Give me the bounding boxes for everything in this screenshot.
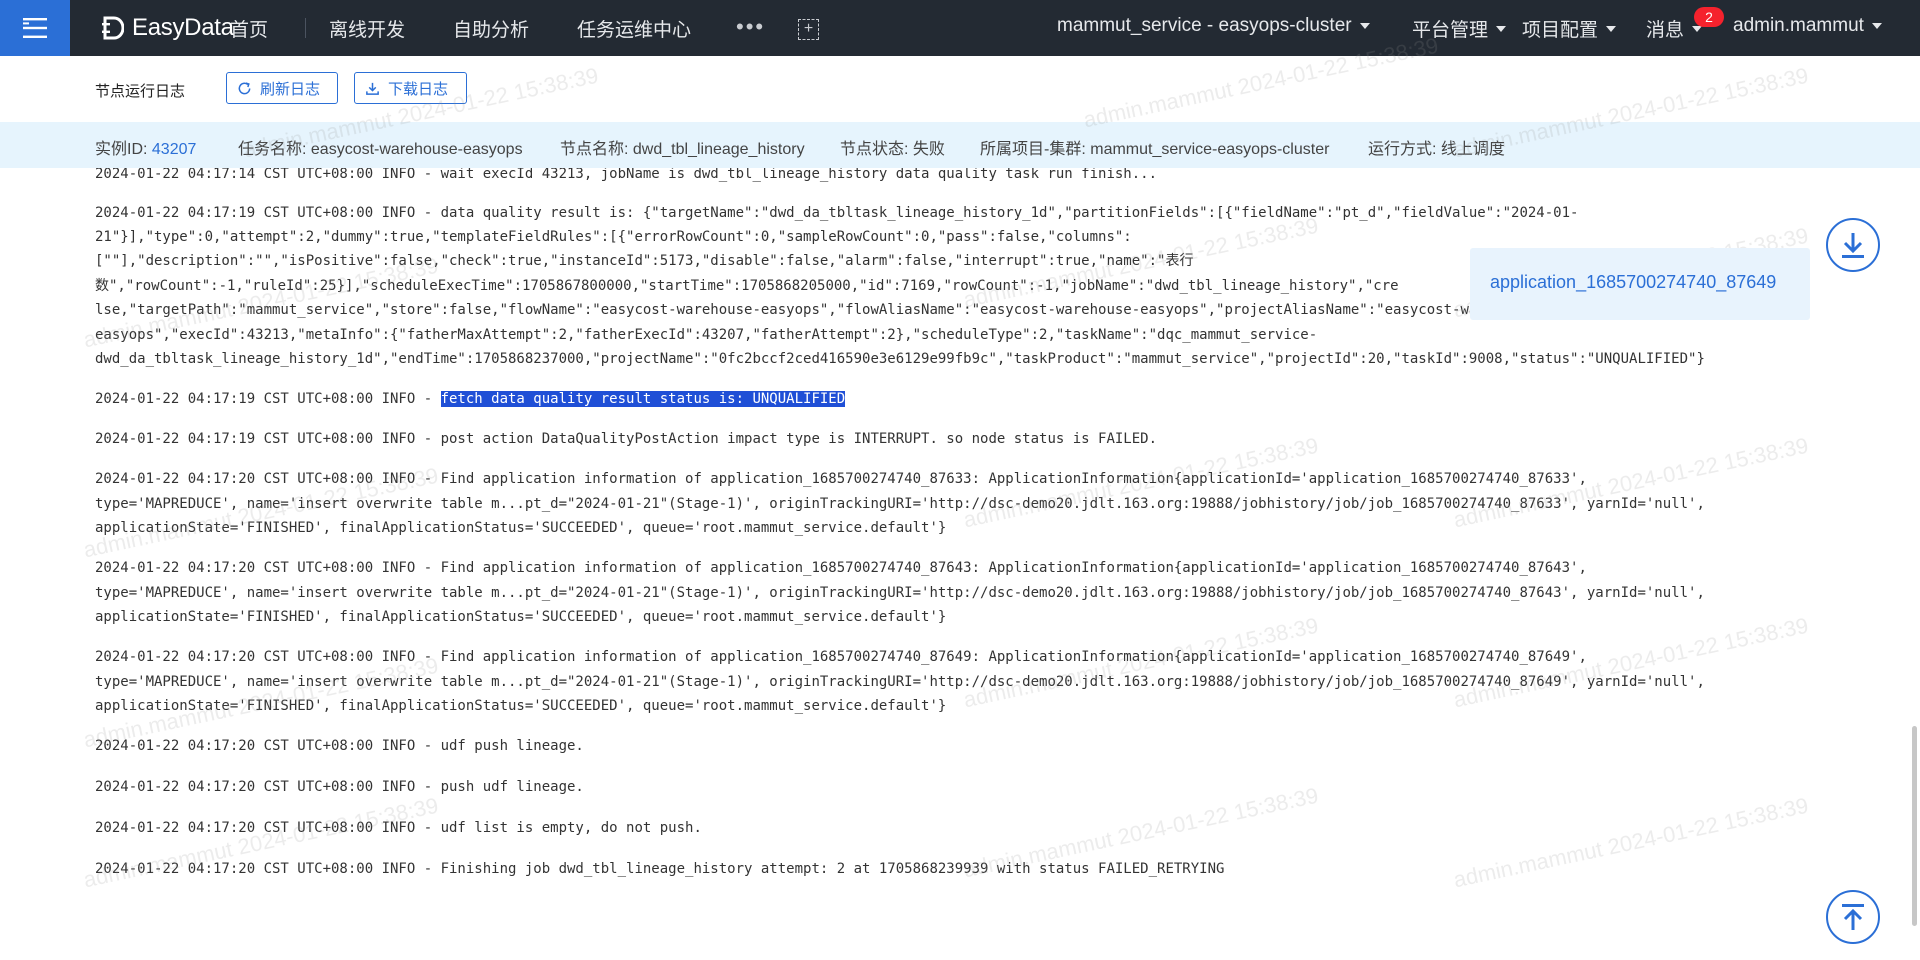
arrow-up-circle-icon xyxy=(1842,904,1864,930)
platform-menu[interactable]: 平台管理 xyxy=(1412,15,1507,42)
logo-mark-icon xyxy=(102,16,124,40)
nav-divider xyxy=(305,18,306,38)
chevron-down-icon xyxy=(1496,25,1507,32)
hamburger-menu-button[interactable] xyxy=(0,0,70,56)
download-log-label: 下载日志 xyxy=(388,80,449,98)
node-status-value: 失败 xyxy=(912,141,945,158)
application-id-text: application_1685700274740_87649 xyxy=(1490,272,1777,292)
node-name-value: dwd_tbl_lineage_history xyxy=(632,141,805,158)
nav-self-analysis[interactable]: 自助分析 xyxy=(453,15,529,42)
node-name-label: 节点名称: xyxy=(560,141,629,158)
app-logo[interactable]: EasyData xyxy=(102,12,234,44)
messages-label: 消息 xyxy=(1646,20,1685,41)
task-name-field: 任务名称: easycost-warehouse-easyops xyxy=(238,135,523,159)
log-line-highlighted: 2024-01-22 04:17:19 CST UTC+08:00 INFO -… xyxy=(95,387,846,412)
instance-id-link[interactable]: 43207 xyxy=(152,141,197,158)
user-menu[interactable]: admin.mammut xyxy=(1733,15,1882,37)
instance-id-field: 实例ID: 43207 xyxy=(95,135,196,159)
instance-id-label: 实例ID: xyxy=(95,141,148,158)
project-config-label: 项目配置 xyxy=(1522,20,1599,41)
top-nav-bar: EasyData 首页 离线开发 自助分析 任务运维中心 ••• + mammu… xyxy=(0,0,1920,56)
platform-label: 平台管理 xyxy=(1412,20,1489,41)
selected-text: fetch data quality result status is: UNQ… xyxy=(440,391,846,407)
more-nav-button[interactable]: ••• xyxy=(736,14,765,40)
log-line: 21"}],"type":0,"attempt":2,"dummy":true,… xyxy=(95,229,1132,245)
chevron-down-icon xyxy=(1359,23,1370,29)
log-line: applicationState='FINISHED', finalApplic… xyxy=(95,520,947,536)
log-line: 2024-01-22 04:17:20 CST UTC+08:00 INFO -… xyxy=(95,649,1587,665)
log-line: type='MAPREDUCE', name='insert overwrite… xyxy=(95,585,1705,601)
logo-text: EasyData xyxy=(132,14,234,41)
nav-offline-dev[interactable]: 离线开发 xyxy=(329,15,405,42)
log-line: 2024-01-22 04:17:20 CST UTC+08:00 INFO -… xyxy=(95,779,584,795)
log-line: easyops","execId":43213,"metaInfo":{"fat… xyxy=(95,327,1318,343)
refresh-icon xyxy=(238,81,251,94)
log-line: applicationState='FINISHED', finalApplic… xyxy=(95,698,947,714)
run-mode-value: 线上调度 xyxy=(1440,141,1505,158)
log-line: 2024-01-22 04:17:19 CST UTC+08:00 INFO -… xyxy=(95,431,1158,447)
download-icon xyxy=(366,82,379,95)
run-mode-label: 运行方式: xyxy=(1368,141,1437,158)
download-log-button[interactable]: 下载日志 xyxy=(354,72,467,104)
nav-ops-center[interactable]: 任务运维中心 xyxy=(577,15,691,42)
refresh-log-button[interactable]: 刷新日志 xyxy=(226,72,338,104)
hamburger-icon xyxy=(23,18,47,38)
task-name-value: easycost-warehouse-easyops xyxy=(310,141,523,158)
log-line: 2024-01-22 04:17:20 CST UTC+08:00 INFO -… xyxy=(95,560,1587,576)
task-name-label: 任务名称: xyxy=(238,141,307,158)
refresh-log-label: 刷新日志 xyxy=(260,80,321,98)
log-line: 2024-01-22 04:17:20 CST UTC+08:00 INFO -… xyxy=(95,738,584,754)
log-toolbar: 节点运行日志 刷新日志 下载日志 xyxy=(0,56,1920,120)
log-line: lse,"targetPath":"mammut_service","store… xyxy=(95,302,1545,318)
chevron-down-icon xyxy=(1871,23,1882,29)
log-line: dwd_da_tbltask_lineage_history_1d","endT… xyxy=(95,351,1705,367)
vertical-scrollbar[interactable] xyxy=(1912,726,1917,926)
scroll-to-top-button[interactable] xyxy=(1826,890,1880,944)
add-tab-icon[interactable]: + xyxy=(798,19,819,40)
log-line: type='MAPREDUCE', name='insert overwrite… xyxy=(95,674,1705,690)
node-name-field: 节点名称: dwd_tbl_lineage_history xyxy=(560,135,805,159)
log-line: type='MAPREDUCE', name='insert overwrite… xyxy=(95,496,1705,512)
cluster-field: 所属项目-集群: mammut_service-easyops-cluster xyxy=(980,135,1329,159)
log-line: applicationState='FINISHED', finalApplic… xyxy=(95,609,947,625)
scroll-to-bottom-button[interactable] xyxy=(1826,218,1880,272)
log-line: 2024-01-22 04:17:20 CST UTC+08:00 INFO -… xyxy=(95,861,1225,877)
log-line: [""],"description":"","isPositive":false… xyxy=(95,253,1194,269)
cluster-value: mammut_service-easyops-cluster xyxy=(1090,141,1330,158)
message-count-badge: 2 xyxy=(1694,7,1724,27)
project-config-menu[interactable]: 项目配置 xyxy=(1522,15,1617,42)
project-label: mammut_service - easyops-cluster xyxy=(1057,15,1352,36)
log-line: 2024-01-22 04:17:14 CST UTC+08:00 INFO -… xyxy=(95,168,1158,182)
chevron-down-icon xyxy=(1606,25,1617,32)
arrow-down-circle-icon xyxy=(1842,233,1864,258)
project-selector[interactable]: mammut_service - easyops-cluster xyxy=(1057,15,1370,37)
log-line: 2024-01-22 04:17:20 CST UTC+08:00 INFO -… xyxy=(95,471,1587,487)
node-status-field: 节点状态: 失败 xyxy=(840,135,945,159)
nav-home[interactable]: 首页 xyxy=(230,15,268,42)
node-status-label: 节点状态: xyxy=(840,141,909,158)
log-line: 数","rowCount":-1,"ruleId":25}],"schedule… xyxy=(95,278,1399,294)
page-title: 节点运行日志 xyxy=(95,83,186,100)
log-line: 2024-01-22 04:17:20 CST UTC+08:00 INFO -… xyxy=(95,820,702,836)
run-mode-field: 运行方式: 线上调度 xyxy=(1368,135,1505,159)
user-name: admin.mammut xyxy=(1733,15,1864,36)
cluster-label: 所属项目-集群: xyxy=(980,141,1086,158)
application-id-tooltip[interactable]: application_1685700274740_87649 xyxy=(1470,248,1810,320)
log-line: 2024-01-22 04:17:19 CST UTC+08:00 INFO -… xyxy=(95,205,1579,221)
log-prefix: 2024-01-22 04:17:19 CST UTC+08:00 INFO - xyxy=(95,391,441,407)
instance-info-bar: 实例ID: 43207 任务名称: easycost-warehouse-eas… xyxy=(0,122,1920,168)
